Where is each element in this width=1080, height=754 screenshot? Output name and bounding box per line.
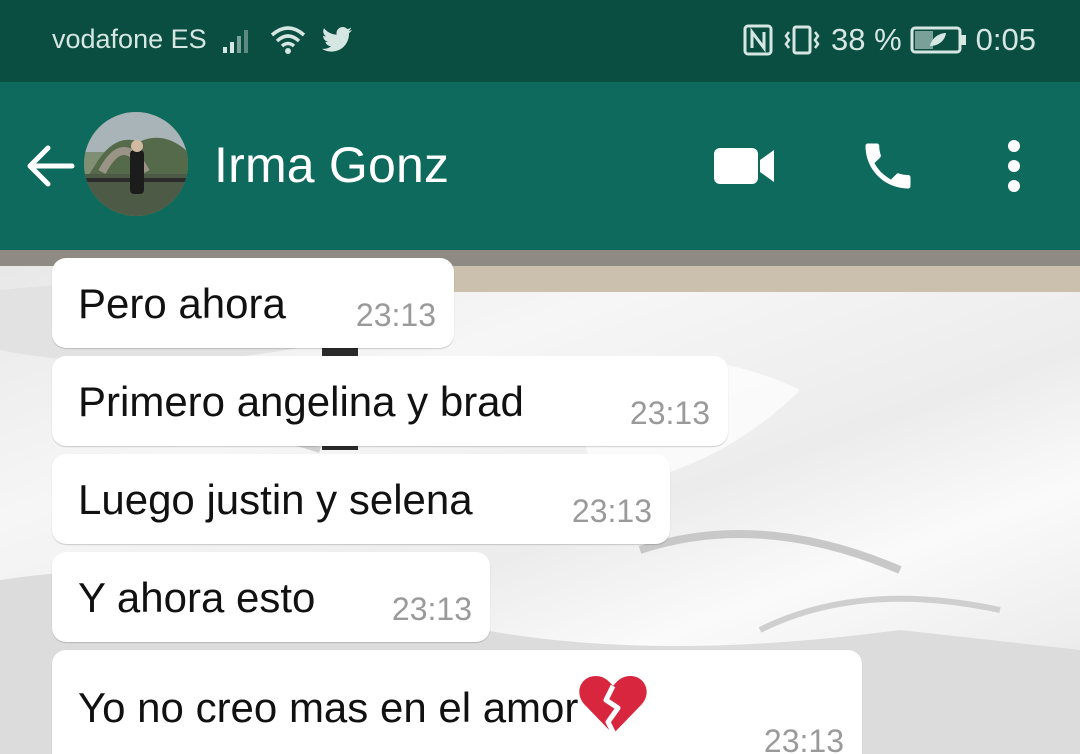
message-time: 23:13 xyxy=(571,493,652,529)
vibrate-icon xyxy=(781,24,823,56)
message-time: 23:13 xyxy=(355,297,436,333)
back-arrow-icon[interactable] xyxy=(22,138,78,194)
message-time: 23:13 xyxy=(629,395,710,431)
battery-percent: 38 % xyxy=(830,22,902,57)
message-bubble[interactable]: Primero angelina y brad 23:13 xyxy=(52,356,728,446)
message-text: Yo no creo mas en el amor xyxy=(78,684,579,731)
signal-icon xyxy=(221,25,255,55)
avatar[interactable] xyxy=(84,112,188,216)
message-text: Y ahora esto xyxy=(78,574,316,621)
message-time: 23:13 xyxy=(391,591,472,627)
status-bar: vodafone ES 38 % 0:05 xyxy=(0,0,1080,82)
chat-header: Irma Gonz xyxy=(0,82,1080,250)
message-bubble[interactable]: Yo no creo mas en el amor 23:13 xyxy=(52,650,862,754)
nfc-icon xyxy=(743,24,773,56)
message-bubble[interactable]: Luego justin y selena 23:13 xyxy=(52,454,670,544)
wifi-icon xyxy=(269,25,307,55)
video-call-icon[interactable] xyxy=(712,134,776,198)
battery-icon xyxy=(910,25,968,55)
contact-name[interactable]: Irma Gonz xyxy=(214,136,449,194)
message-bubble[interactable]: Y ahora esto 23:13 xyxy=(52,552,490,642)
message-text: Luego justin y selena xyxy=(78,476,473,523)
message-text: Primero angelina y brad xyxy=(78,378,524,425)
clock: 0:05 xyxy=(975,22,1036,57)
message-time: 23:13 xyxy=(763,723,844,754)
phone-icon[interactable] xyxy=(856,134,920,198)
message-bubble[interactable]: Pero ahora 23:13 xyxy=(52,258,454,348)
more-icon[interactable] xyxy=(982,134,1046,198)
broken-heart-icon xyxy=(578,674,648,746)
carrier-label: vodafone ES xyxy=(52,24,207,54)
message-text: Pero ahora xyxy=(78,280,286,327)
chat-area[interactable]: Pero ahora 23:13 Primero angelina y brad… xyxy=(0,250,1080,754)
twitter-icon xyxy=(321,26,353,54)
